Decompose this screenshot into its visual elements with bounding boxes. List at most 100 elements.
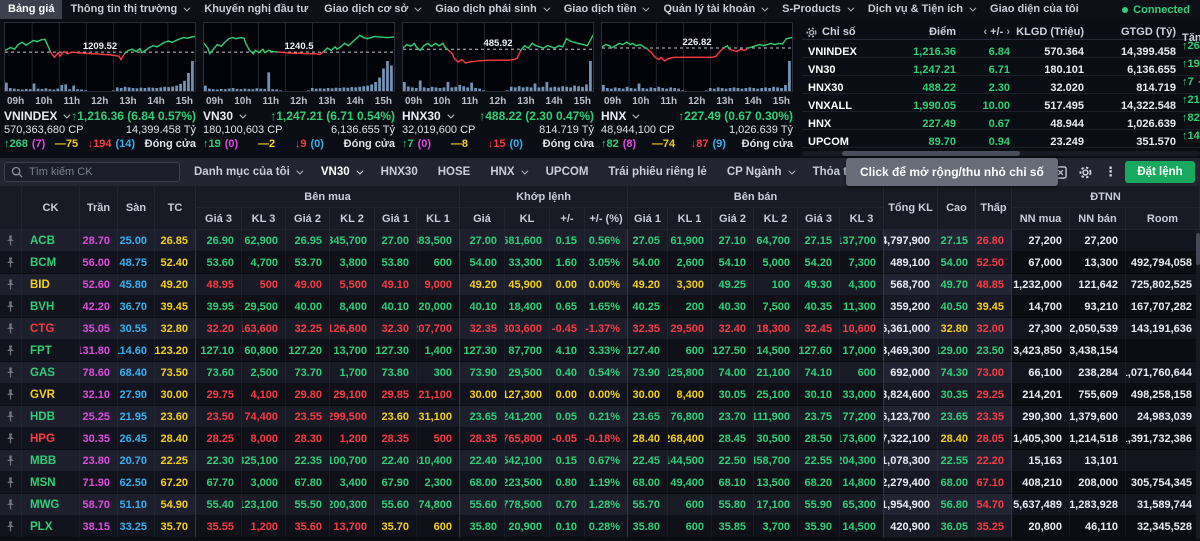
chart-index-selector[interactable]: HNX [601,109,637,123]
table-row-fpt[interactable]: FPT131.80114.60123.20127.1060,800127.201… [0,340,1200,362]
nav-item-7[interactable]: S-Products [774,0,860,19]
table-row-gas[interactable]: GAS78.6068.4073.5073.602,50073.701,70073… [0,362,1200,384]
table-row-mwg[interactable]: MWG58.7051.1054.9055.40123,10055.50200,3… [0,494,1200,516]
cell: 56.00 [80,252,118,274]
stock-symbol[interactable]: FPT [22,340,80,362]
cell: 28.35 [460,428,505,450]
pin-icon[interactable] [0,340,22,362]
hscrollbar-thumb[interactable] [842,151,1020,156]
pin-icon[interactable] [0,494,22,516]
board-vscrollbar[interactable] [1196,231,1200,539]
settings-gear-icon[interactable] [1079,166,1092,179]
pin-icon[interactable] [0,252,22,274]
nav-item-0[interactable]: Bảng giá [0,0,62,19]
table-row-gvr[interactable]: GVR32.1027.9030.0029.754,10029.8029,1002… [0,384,1200,406]
pin-icon[interactable] [0,428,22,450]
tab-upcom[interactable]: UPCOM [546,166,589,178]
pin-icon[interactable] [0,406,22,428]
cell: 64,700 [754,230,798,252]
stock-search[interactable] [4,162,180,182]
table-row-bcm[interactable]: BCM56.0048.7552.4053.604,70053.703,80053… [0,252,1200,274]
cell: 22.40 [375,450,417,472]
index-row-upcom[interactable]: UPCOM89.700.9423.249351.570↑144—81↓104 [802,130,1200,148]
pin-icon[interactable] [0,318,22,340]
table-row-mbb[interactable]: MBB23.8020.7022.2522.30325,10022.35100,7… [0,450,1200,472]
pin-icon[interactable] [0,362,22,384]
pin-icon[interactable] [0,274,22,296]
place-order-button[interactable]: Đặt lệnh [1125,161,1195,183]
cell: 8,000 [242,428,286,450]
cell: 167,707,282 [1126,296,1200,318]
index-row-hnx[interactable]: HNX227.490.6748.9441,026.639↑82—74↓87 [802,112,1200,130]
stock-symbol[interactable]: BID [22,274,80,296]
pin-icon[interactable] [0,230,22,252]
index-row-vnxall[interactable]: VNXALL1,990.0510.00517.49514,322.548↑216… [802,94,1200,112]
cell: 2,279,400 [884,472,938,494]
chart-index-selector[interactable]: VNINDEX [4,109,68,123]
pin-icon[interactable] [0,516,22,538]
cell: 14,500 [840,516,884,538]
stock-symbol[interactable]: BCM [22,252,80,274]
pin-icon[interactable] [0,472,22,494]
cell: 1,700 [330,362,375,384]
nav-item-1[interactable]: Thông tin thị trường [62,0,196,19]
chart-index-selector[interactable]: VN30 [203,109,244,123]
stock-symbol[interactable]: ACB [22,230,80,252]
stock-symbol[interactable]: CTG [22,318,80,340]
table-row-plx[interactable]: PLX38.1533.2535.7035.551,20035.6013,7003… [0,516,1200,538]
more-kebab-icon[interactable]: ⋮ [1104,164,1117,180]
nav-item-3[interactable]: Giao dịch cơ sở [316,0,427,19]
table-row-bvh[interactable]: BVH42.2036.7039.4539.9529,50040.008,4004… [0,296,1200,318]
cell: 111,900 [754,406,798,428]
stock-symbol[interactable]: GVR [22,384,80,406]
nav-item-6[interactable]: Quản lý tài khoản [655,0,774,19]
nav-item-8[interactable]: Dịch vụ & Tiện ích [860,0,982,19]
stock-symbol[interactable]: MWG [22,494,80,516]
next-arrow-icon[interactable]: › [1003,26,1010,38]
cell: 7,322,100 [884,428,938,450]
connection-status: Connected [1122,4,1200,16]
table-row-bid[interactable]: BID52.6045.8049.2048.9550049.005,50049.1… [0,274,1200,296]
stock-symbol[interactable]: MSN [22,472,80,494]
chart-index-selector[interactable]: HNX30 [402,109,452,123]
cell: 22.20 [976,450,1012,472]
nav-item-9[interactable]: Giao diện của tôi [982,0,1087,19]
index-row-vnindex[interactable]: VNINDEX1,216.366.84570.36414,399.458↑268… [802,40,1200,58]
tab-hose[interactable]: HOSE [438,166,471,178]
stock-symbol[interactable]: HPG [22,428,80,450]
pin-icon[interactable] [0,450,22,472]
stock-symbol[interactable]: PLX [22,516,80,538]
vscrollbar-thumb[interactable] [1196,233,1200,265]
tab-hnx[interactable]: HNX [490,166,525,178]
table-row-acb[interactable]: ACB28.7025.0026.8526.9062,90026.95345,70… [0,230,1200,252]
pin-icon[interactable] [0,296,22,318]
table-row-msn[interactable]: MSN71.9062.5067.2067.703,00067.803,40067… [0,472,1200,494]
pin-icon[interactable] [0,384,22,406]
cell: 67.70 [196,472,242,494]
stock-symbol[interactable]: GAS [22,362,80,384]
cell: 500 [242,274,286,296]
cell: 27.00 [460,230,505,252]
tab-cp-ng-nh[interactable]: CP Ngành [727,166,793,178]
table-row-hdb[interactable]: HDB25.2521.9523.6023.5074,40023.55299,50… [0,406,1200,428]
table-row-ctg[interactable]: CTG35.0530.5532.8032.20163,60032.25126,6… [0,318,1200,340]
tab-danh-m-c-c-a-t-i[interactable]: Danh mục của tôi [194,166,301,178]
stock-symbol[interactable]: MBB [22,450,80,472]
nav-item-5[interactable]: Giao dịch tiền [556,0,656,19]
gear-icon[interactable] [806,27,817,38]
nav-item-2[interactable]: Khuyến nghị đầu tư [196,0,316,19]
pin-col-header [0,186,22,230]
tab-hnx30[interactable]: HNX30 [381,166,418,178]
tab-vn30[interactable]: VN30 [321,166,361,178]
nav-item-4[interactable]: Giao dịch phái sinh [427,0,555,19]
index-row-hnx30[interactable]: HNX30488.222.3032.020814.719↑7—8↓15 [802,76,1200,94]
index-table-hscrollbar[interactable] [802,151,1200,156]
board-toolbar: Danh mục của tôi VN30 HNX30 HOSE HNX UPCOM Trá… [0,158,1200,186]
cell: 49.20 [460,274,505,296]
search-input[interactable] [29,166,169,178]
index-row-vn30[interactable]: VN301,247.216.71180.1016,136.655↑19—2↓9 [802,58,1200,76]
stock-symbol[interactable]: BVH [22,296,80,318]
stock-symbol[interactable]: HDB [22,406,80,428]
tab-tr-i-phi-u-ri-ng-l-[interactable]: Trái phiếu riêng lẻ [608,166,706,178]
table-row-hpg[interactable]: HPG30.3526.4528.4028.258,00028.301,20028… [0,428,1200,450]
